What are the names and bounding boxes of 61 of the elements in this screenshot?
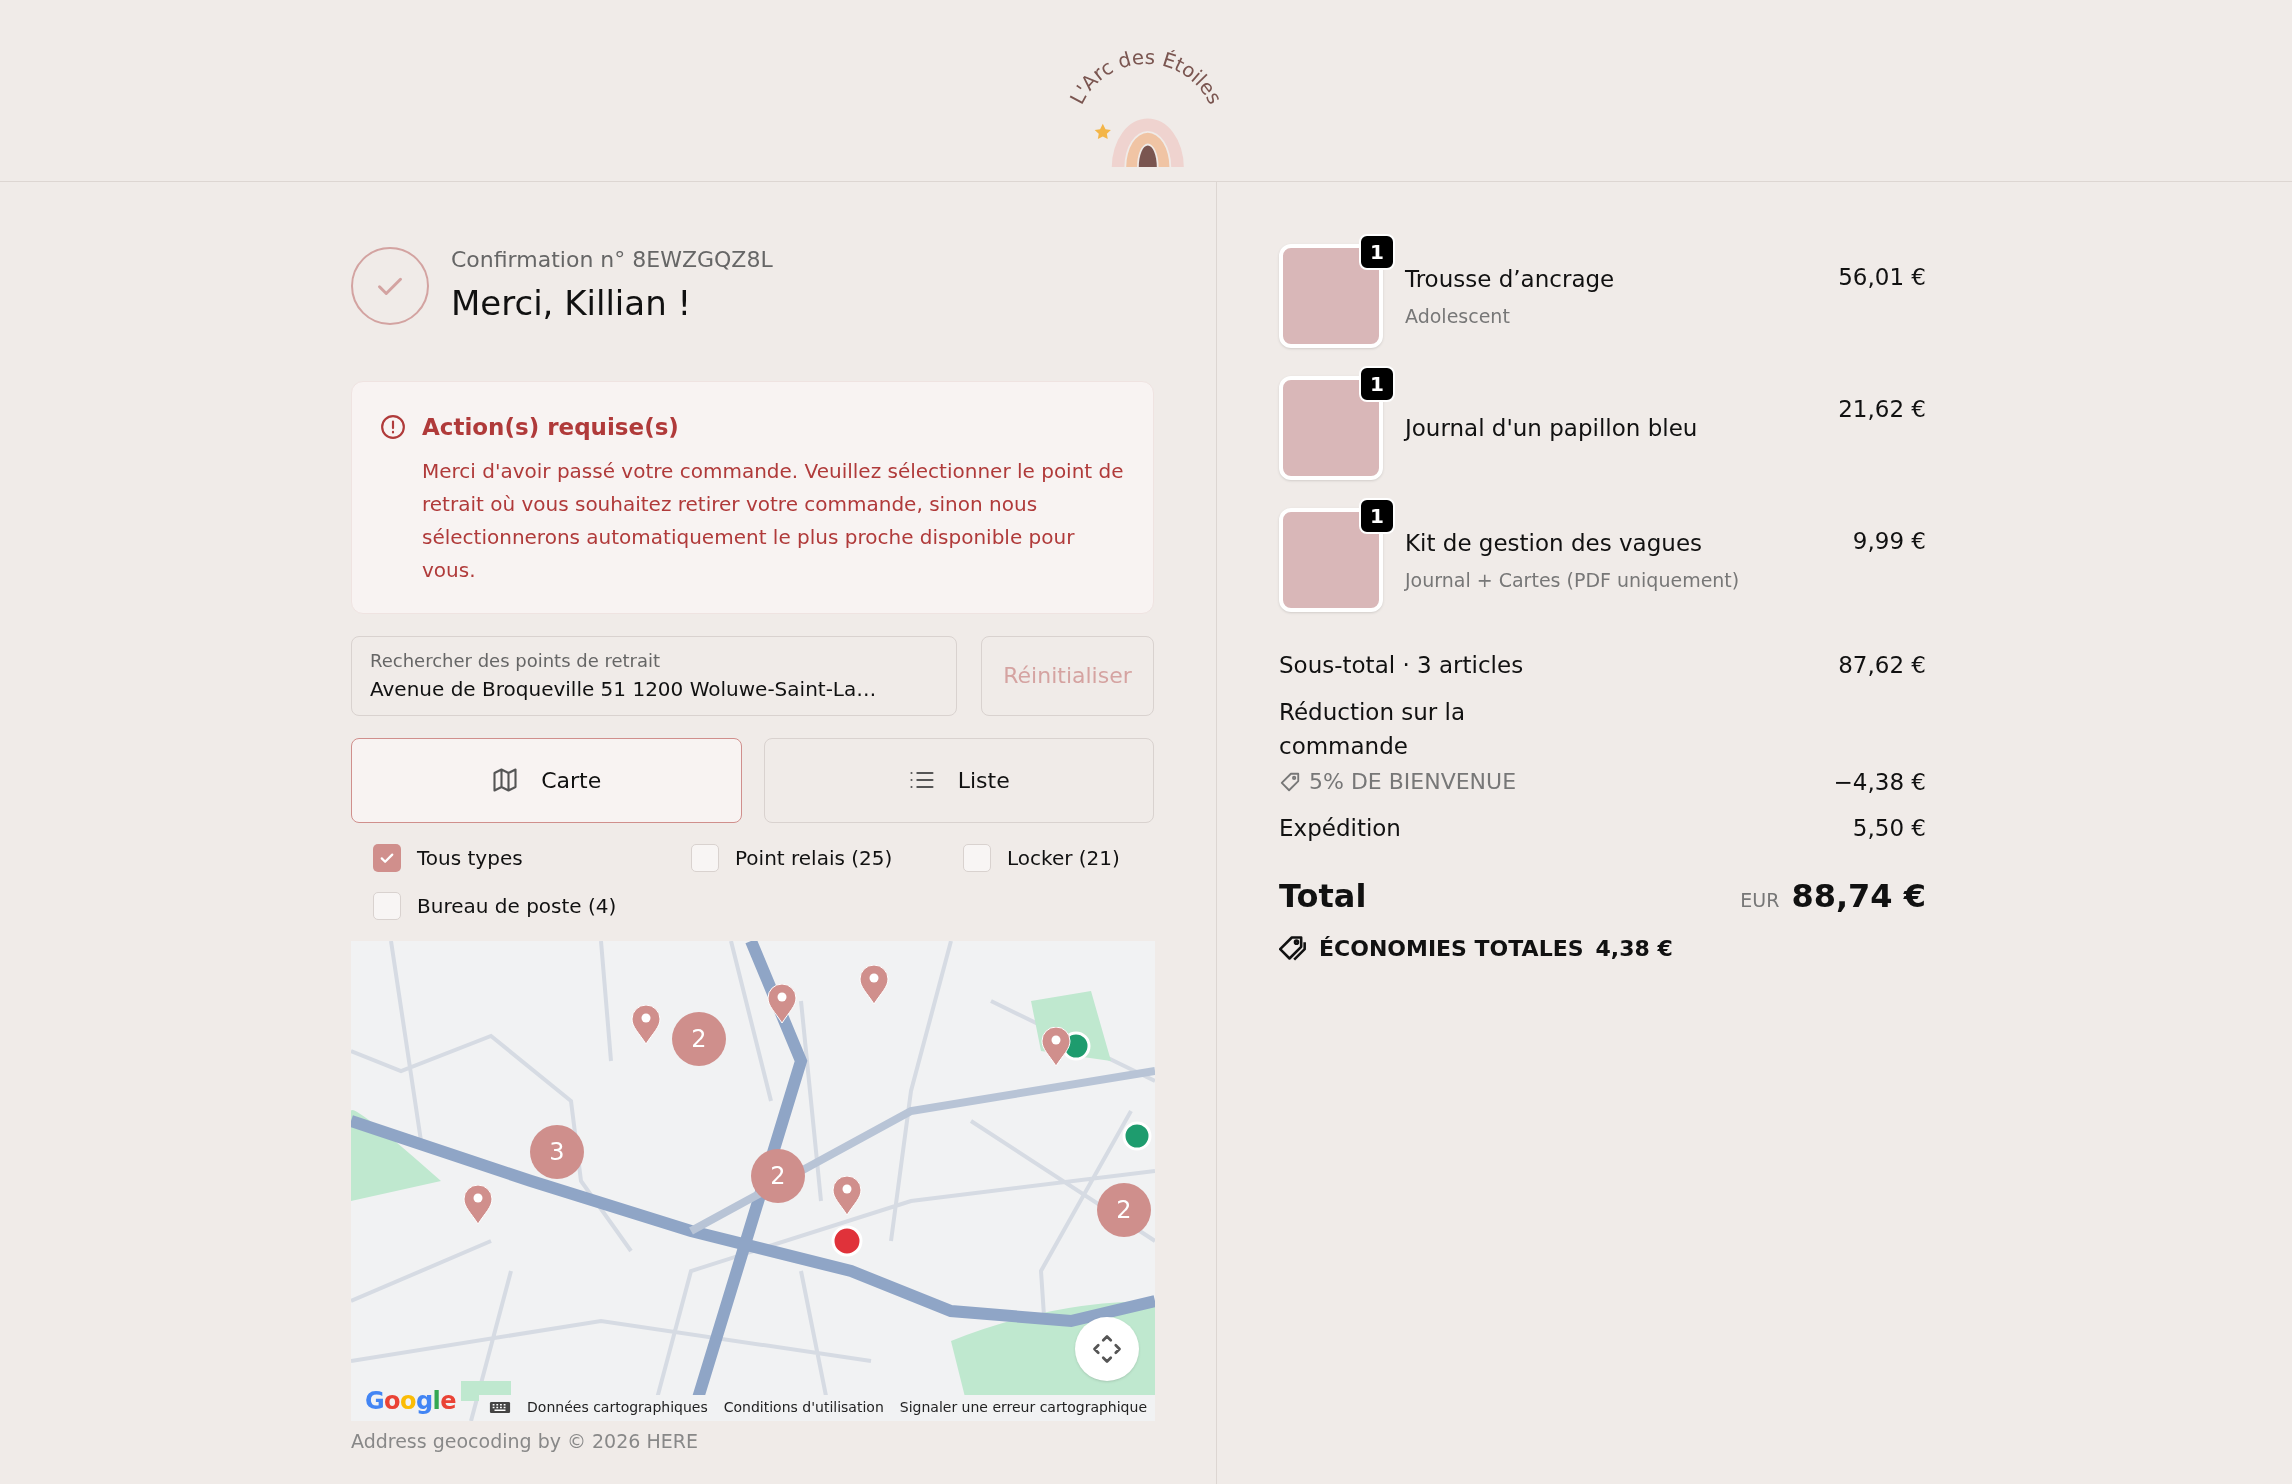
map-link[interactable]: Conditions d'utilisation	[723, 1397, 884, 1418]
product-name: Kit de gestion des vagues	[1405, 528, 1704, 558]
checkbox-label[interactable]: Point relais (25)	[735, 842, 893, 873]
currency-code: EUR	[1740, 887, 1780, 913]
field-label: Rechercher des points de retrait	[370, 649, 662, 673]
star-icon	[1094, 123, 1111, 140]
map-link[interactable]: Signaler une erreur cartographique	[899, 1397, 1147, 1418]
alert-message: Merci d'avoir passé votre commande. Veuillez sélectionner le point de retrait où vous souhaitez retirer votre commande, sinon nous sélectionnerons automatiquement le plus proche disponible pour vous.	[421, 457, 1125, 584]
confirmation-number: Confirmation n° 8EWZGQZ8L	[451, 246, 773, 274]
keyboard-icon[interactable]	[489, 1400, 512, 1415]
product-name: Journal d'un papillon bleu	[1405, 413, 1699, 443]
map-link[interactable]: Données cartographiques	[527, 1397, 708, 1418]
place-marker-icon[interactable]	[1122, 1121, 1152, 1150]
total-label: Total	[1279, 875, 1367, 917]
checkbox-label[interactable]: Locker (21)	[1007, 842, 1120, 873]
alert-icon	[380, 414, 406, 441]
checkbox-label[interactable]: Tous types	[417, 842, 523, 873]
alert-title: Action(s) requise(s)	[422, 413, 679, 442]
hospital-marker-icon[interactable]	[831, 1225, 863, 1256]
location-pin-icon[interactable]	[767, 983, 797, 1024]
quantity-badge: 1	[1359, 234, 1395, 270]
search-input[interactable]: Avenue de Broqueville 51 1200 Woluwe-Saint-La…	[370, 674, 938, 704]
subtotal-label: Sous-total · 3 articles	[1279, 651, 1524, 680]
total-value: 88,74 €	[1791, 875, 1926, 917]
shipping-value: 5,50 €	[1852, 814, 1926, 843]
geocoding-note: Address geocoding by © 2026 HERE	[351, 1428, 699, 1454]
thank-you-title: Merci, Killian !	[451, 282, 693, 325]
product-variant: Journal + Cartes (PDF uniquement)	[1405, 568, 1741, 593]
shipping-label: Expédition	[1279, 814, 1401, 843]
checkbox[interactable]	[691, 843, 719, 872]
checkbox[interactable]	[373, 843, 401, 872]
discount-label: Réduction sur la commande	[1279, 697, 1467, 761]
pickup-search-field[interactable]: Rechercher des points de retrait Avenue de Broqueville 51 1200 Woluwe-Saint-La…	[351, 635, 957, 716]
total-savings-value: 4,38 €	[1595, 934, 1673, 963]
discount-amount: −4,38 €	[1833, 767, 1926, 797]
checkbox-label[interactable]: Bureau de poste (4)	[417, 890, 617, 921]
map[interactable]: 2 3 2 2 Google Données cartographiques Conditions d'utilisation Signaler une erreur cartographique	[351, 940, 1155, 1421]
quantity-badge: 1	[1359, 366, 1395, 402]
location-pin-icon[interactable]	[463, 1184, 493, 1225]
checkbox[interactable]	[963, 843, 991, 872]
map-provider-logo: Google	[365, 1385, 456, 1417]
quantity-badge: 1	[1359, 498, 1395, 534]
checkbox[interactable]	[373, 891, 401, 920]
map-icon	[491, 766, 520, 794]
location-pin-icon[interactable]	[631, 1004, 661, 1045]
product-variant: Adolescent	[1405, 304, 1511, 329]
tag-icon	[1279, 770, 1301, 793]
product-price: 9,99 €	[1852, 527, 1926, 556]
discount-code: 5% DE BIENVENUE	[1309, 768, 1517, 797]
location-pin-icon[interactable]	[1041, 1026, 1071, 1067]
product-price: 56,01 €	[1838, 263, 1926, 292]
product-price: 21,62 €	[1838, 395, 1926, 424]
product-name: Trousse d’ancrage	[1405, 264, 1616, 294]
tags-icon	[1279, 934, 1307, 962]
location-pin-icon[interactable]	[832, 1175, 862, 1216]
view-tab[interactable]: Liste	[763, 737, 1154, 823]
expand-arrows-icon	[1092, 1333, 1122, 1364]
total-savings-label: ÉCONOMIES TOTALES	[1319, 934, 1584, 963]
view-tab[interactable]: Carte	[351, 737, 742, 823]
location-pin-icon[interactable]	[859, 964, 889, 1005]
subtotal-value: 87,62 €	[1838, 651, 1926, 680]
